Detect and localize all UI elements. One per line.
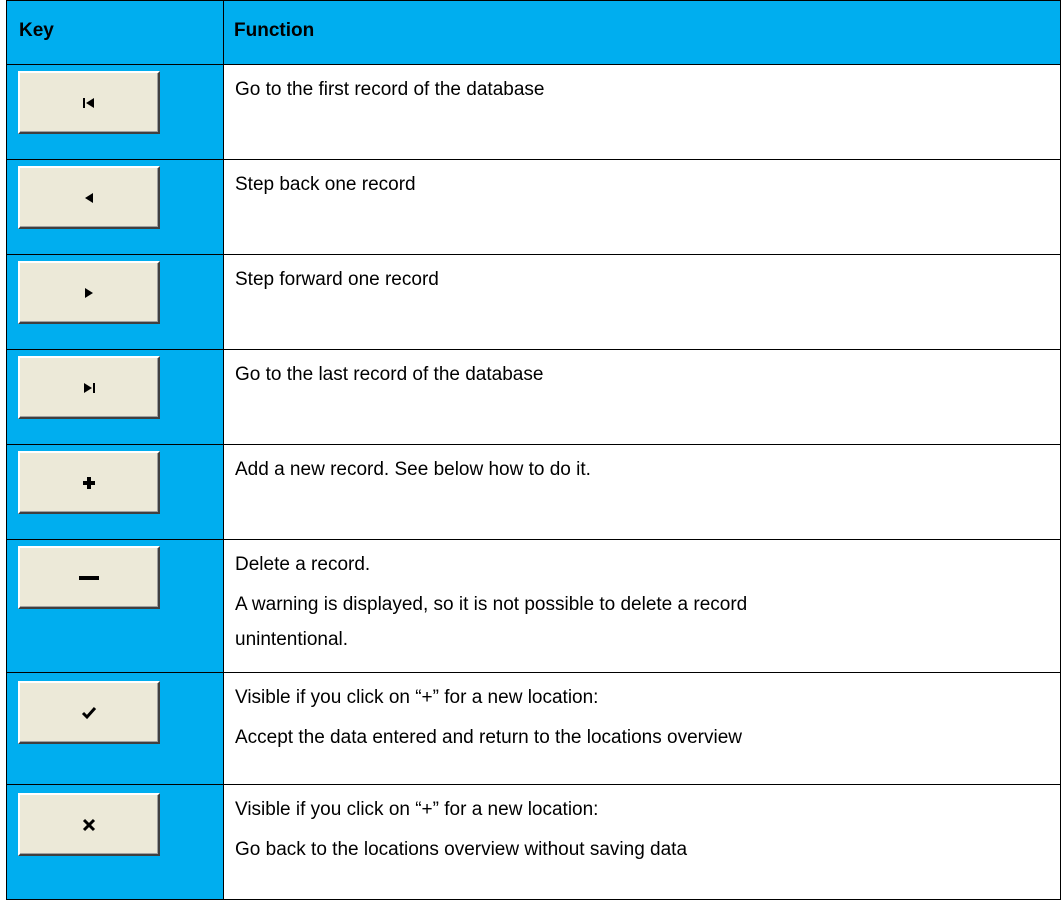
function-cell: Step forward one record	[224, 255, 1060, 349]
key-cell	[7, 785, 224, 899]
key-cell	[7, 160, 224, 254]
function-cell: Visible if you click on “+” for a new lo…	[224, 785, 1060, 899]
table-row: Add a new record. See below how to do it…	[7, 445, 1060, 540]
previous-record-button[interactable]	[18, 166, 160, 229]
function-cell: Go to the first record of the database	[224, 65, 1060, 159]
key-column-header: Key	[19, 20, 54, 41]
first-record-icon	[83, 97, 94, 108]
key-cell	[7, 445, 224, 539]
check-icon	[81, 706, 97, 719]
function-text: Step forward one record	[235, 269, 439, 290]
function-text: Visible if you click on “+” for a new lo…	[235, 799, 599, 820]
key-header-cell: Key	[7, 1, 224, 64]
add-record-button[interactable]	[18, 451, 160, 514]
function-text: Step back one record	[235, 174, 416, 195]
function-text: Go back to the locations overview withou…	[235, 839, 688, 860]
function-cell: Go to the last record of the database	[224, 350, 1060, 444]
function-text: Accept the data entered and return to th…	[235, 727, 742, 748]
key-cell	[7, 540, 224, 672]
table-row: Visible if you click on “+” for a new lo…	[7, 673, 1060, 785]
next-record-button[interactable]	[18, 261, 160, 324]
function-text: Delete a record.	[235, 554, 371, 575]
key-function-table: Key Function Go to the first record of t…	[6, 0, 1061, 900]
key-cell	[7, 673, 224, 784]
accept-button[interactable]	[18, 681, 160, 744]
table-row: Delete a record. A warning is displayed,…	[7, 540, 1060, 673]
first-record-button[interactable]	[18, 71, 160, 134]
cross-icon	[82, 818, 96, 831]
key-cell	[7, 350, 224, 444]
function-text: Add a new record. See below how to do it…	[235, 459, 591, 480]
delete-record-button[interactable]	[18, 546, 160, 609]
plus-icon	[83, 476, 95, 489]
minus-icon	[79, 575, 99, 580]
table-row: Go to the first record of the database	[7, 65, 1060, 160]
table-row: Step back one record	[7, 160, 1060, 255]
table-header-row: Key Function	[7, 1, 1060, 65]
table-row: Go to the last record of the database	[7, 350, 1060, 445]
function-header-cell: Function	[224, 1, 1060, 64]
next-record-icon	[85, 287, 93, 298]
function-column-header: Function	[234, 20, 315, 41]
cancel-button[interactable]	[18, 793, 160, 856]
function-text: A warning is displayed, so it is not pos…	[235, 594, 748, 615]
function-cell: Step back one record	[224, 160, 1060, 254]
last-record-icon	[84, 382, 95, 393]
function-text: Go to the first record of the database	[235, 79, 545, 100]
function-cell: Visible if you click on “+” for a new lo…	[224, 673, 1060, 784]
function-cell: Add a new record. See below how to do it…	[224, 445, 1060, 539]
table-row: Visible if you click on “+” for a new lo…	[7, 785, 1060, 899]
function-text: Go to the last record of the database	[235, 364, 544, 385]
table-row: Step forward one record	[7, 255, 1060, 350]
previous-record-icon	[85, 192, 93, 203]
function-text: Visible if you click on “+” for a new lo…	[235, 687, 599, 708]
function-cell: Delete a record. A warning is displayed,…	[224, 540, 1060, 672]
key-cell	[7, 65, 224, 159]
function-text: unintentional.	[235, 629, 349, 650]
last-record-button[interactable]	[18, 356, 160, 419]
key-cell	[7, 255, 224, 349]
